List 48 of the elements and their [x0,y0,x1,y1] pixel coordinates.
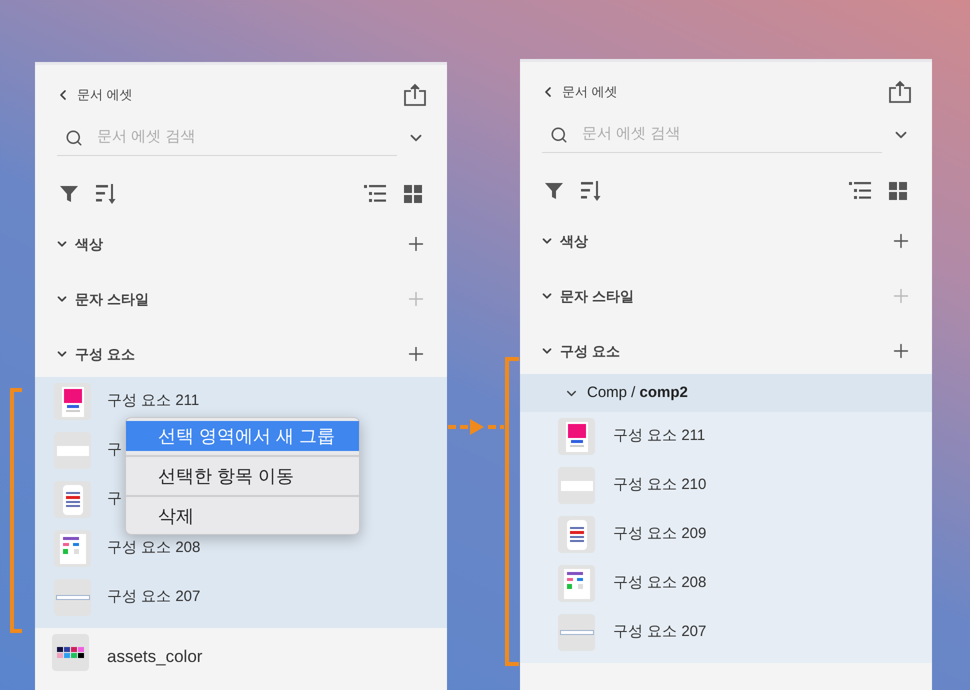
component-thumbnail [54,481,91,518]
section-header[interactable]: 색상 [55,234,103,254]
component-name: 구성 요소 207 [107,587,200,608]
grid-view-icon[interactable] [888,181,908,201]
component-thumbnail [558,565,595,602]
component-name: assets_color [107,646,202,668]
component-name: 구 [107,440,122,460]
component-name: 구성 요소 211 [107,391,200,412]
component-thumbnail [558,516,595,553]
search-icon [550,126,568,144]
component-name: 구성 요소 207 [613,622,706,642]
section-header[interactable]: 구성 요소 [540,340,620,362]
grid-view-icon[interactable] [403,184,423,204]
component-name: 구성 요소 209 [613,524,706,544]
component-thumbnail [54,579,91,616]
menu-item[interactable]: 선택 영역에서 새 그룹 [126,421,359,451]
filter-icon[interactable] [59,184,79,204]
search-field[interactable]: 문서 에셋 검색 [97,126,357,149]
section-header[interactable]: 구성 요소 [55,344,135,364]
menu-item[interactable]: 삭제 [126,501,359,531]
group-name: Comp / comp2 [587,382,688,403]
list-view-icon[interactable] [848,181,872,201]
back-button[interactable]: 문서 에셋 [55,85,133,105]
section-header[interactable]: 색상 [540,230,588,252]
share-icon[interactable] [403,83,427,107]
component-name: 구 [107,489,122,510]
search-field[interactable]: 문서 에셋 검색 [582,123,842,146]
component-name: 구성 요소 211 [613,426,706,446]
component-thumbnail [558,418,595,455]
component-thumbnail [54,383,91,420]
dashed-arrow [448,419,504,435]
filter-icon[interactable] [544,181,564,201]
share-icon[interactable] [888,80,912,104]
list-view-icon[interactable] [363,184,387,204]
component-thumbnail [558,614,595,651]
component-thumbnail [54,432,91,469]
component-thumbnail [52,634,89,671]
section-header[interactable]: 문자 스타일 [540,286,634,306]
menu-item[interactable]: 선택한 항목 이동 [126,461,359,491]
group-header[interactable]: Comp / comp2 [520,374,932,412]
section-header[interactable]: 문자 스타일 [55,288,149,310]
search-icon [65,128,83,146]
component-name: 구성 요소 208 [613,573,706,594]
component-thumbnail [558,467,595,504]
component-name: 구성 요소 208 [107,538,200,558]
component-thumbnail [54,530,91,567]
back-button[interactable]: 문서 에셋 [540,82,618,102]
component-name: 구성 요소 210 [613,475,706,496]
